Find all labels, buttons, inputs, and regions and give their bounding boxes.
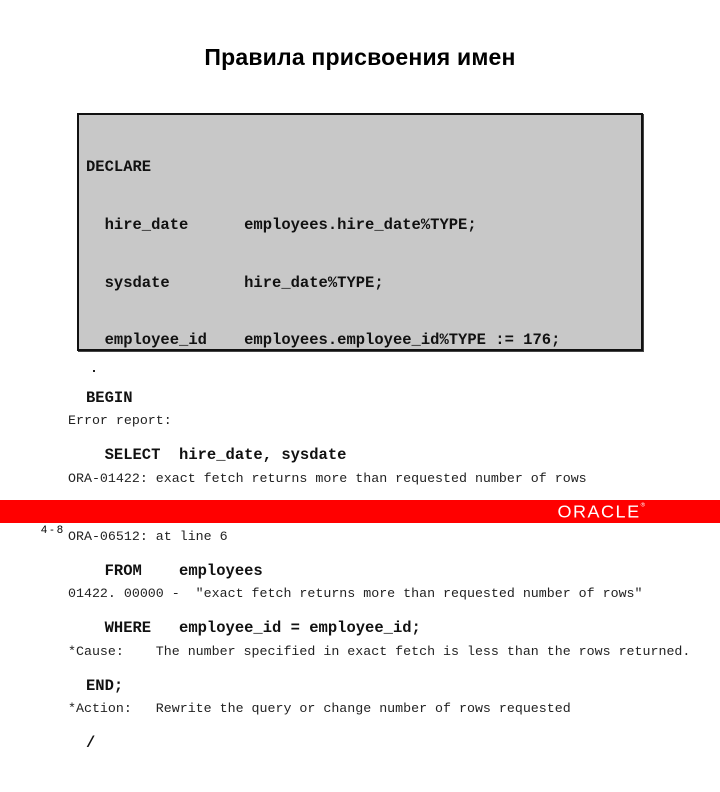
error-report-heading: Error report:: [68, 413, 172, 429]
error-action: *Action: Rewrite the query or change num…: [68, 701, 571, 717]
code-block: DECLARE hire_date employees.hire_date%TY…: [77, 113, 643, 752]
stray-dot: [93, 370, 95, 372]
error-line: ORA-06512: at line 6: [68, 528, 228, 544]
slide-title: Правила присвоения имен: [204, 44, 516, 70]
error-line: ORA-01422: exact fetch returns more than…: [68, 471, 587, 486]
footer-band: ORACLE®: [0, 500, 720, 523]
code-line: employee_id employees.employee_id%TYPE :…: [86, 331, 561, 350]
oracle-logo: ORACLE®: [558, 503, 645, 523]
code-line: hire_date employees.hire_date%TYPE;: [86, 216, 477, 234]
code-line: sysdate hire_date%TYPE;: [86, 273, 384, 292]
page-number: 4 - 8: [41, 524, 64, 536]
registered-mark-icon: ®: [640, 502, 645, 509]
error-line: 01422. 00000 - "exact fetch returns more…: [68, 586, 643, 602]
error-cause: *Cause: The number specified in exact fe…: [68, 643, 691, 659]
error-report: Error report: ORA-01422: exact fetch ret…: [68, 373, 690, 738]
oracle-logo-text: ORACLE: [557, 502, 641, 522]
code-line: DECLARE: [86, 158, 152, 177]
